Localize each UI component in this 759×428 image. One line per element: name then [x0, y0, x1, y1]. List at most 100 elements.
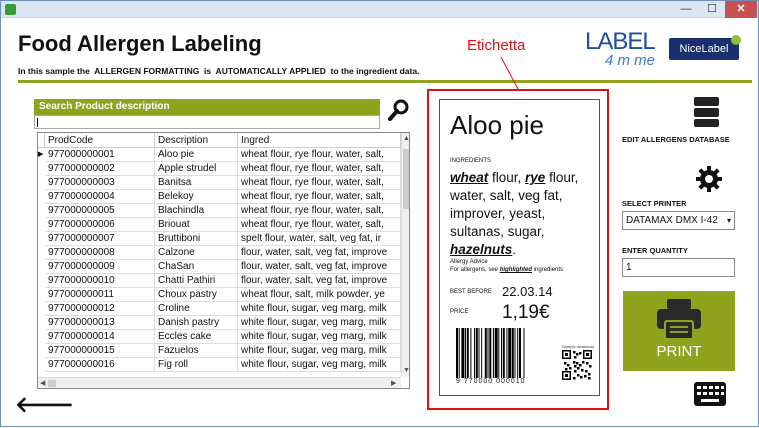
cell-prodcode[interactable]: 977000000005: [45, 204, 155, 218]
cell-description[interactable]: Banitsa: [155, 176, 238, 190]
nicelabel-dot: [731, 35, 741, 45]
cell-prodcode[interactable]: 977000000002: [45, 162, 155, 176]
cell-description[interactable]: Bruttiboni: [155, 232, 238, 246]
gear-icon[interactable]: [694, 164, 724, 194]
horizontal-scrollbar[interactable]: ◀ ▶: [38, 377, 401, 388]
print-button-label: PRINT: [656, 343, 702, 360]
cell-ingred[interactable]: wheat flour, salt, milk powder, ye: [238, 288, 401, 302]
allergy-advice-title: Allergy Advice: [450, 259, 488, 265]
cell-ingred[interactable]: wheat flour, rye flour, water, salt,: [238, 176, 401, 190]
cell-prodcode[interactable]: 977000000003: [45, 176, 155, 190]
back-arrow-icon[interactable]: 🡐: [15, 394, 74, 416]
cell-description[interactable]: ChaSan: [155, 260, 238, 274]
cell-description[interactable]: Calzone: [155, 246, 238, 260]
keyboard-icon[interactable]: [694, 382, 726, 408]
quantity-input[interactable]: 1: [622, 258, 735, 277]
label-ingredients: wheat flour, rye flour, water, salt, veg…: [450, 169, 598, 259]
cell-description[interactable]: Aloo pie: [155, 148, 238, 162]
cell-description[interactable]: Apple strudel: [155, 162, 238, 176]
text-caret: [37, 118, 38, 127]
label-price-value: 1,19€: [502, 302, 550, 323]
cell-ingred[interactable]: flour, water, salt, veg fat, improve: [238, 274, 401, 288]
cell-description[interactable]: Chatti Pathiri: [155, 274, 238, 288]
cell-prodcode[interactable]: 977000000010: [45, 274, 155, 288]
cell-ingred[interactable]: white flour, sugar, veg marg, milk: [238, 358, 401, 372]
nicelabel-logo: NiceLabel: [669, 38, 739, 60]
allergy-advice-text: For allergens, see highlighted ingredien…: [450, 266, 563, 274]
cell-ingred[interactable]: wheat flour, rye flour, water, salt,: [238, 148, 401, 162]
cell-description[interactable]: Fazuelos: [155, 344, 238, 358]
cell-ingred[interactable]: wheat flour, rye flour, water, salt,: [238, 218, 401, 232]
cell-description[interactable]: Fig roll: [155, 358, 238, 372]
cell-ingred[interactable]: flour, water, salt, veg fat, improve: [238, 246, 401, 260]
vertical-scroll-thumb[interactable]: [403, 149, 409, 209]
cell-ingred[interactable]: white flour, sugar, veg marg, milk: [238, 344, 401, 358]
column-header-description[interactable]: Description: [155, 133, 238, 148]
column-header-ingred[interactable]: Ingred: [238, 133, 401, 148]
row-selector[interactable]: ▶: [38, 148, 45, 162]
title-bar: — ☐ ✕: [1, 1, 758, 18]
column-header-prodcode[interactable]: ProdCode: [45, 133, 155, 148]
cell-prodcode[interactable]: 977000000007: [45, 232, 155, 246]
vertical-scrollbar[interactable]: ▲ ▼: [401, 133, 409, 377]
cell-description[interactable]: Choux pastry: [155, 288, 238, 302]
logo-forme-text: 4 m me: [605, 52, 656, 69]
allergen-ingredient: hazelnuts: [450, 242, 513, 257]
printer-icon: [657, 299, 701, 339]
cell-prodcode[interactable]: 977000000008: [45, 246, 155, 260]
search-input[interactable]: [34, 115, 380, 129]
cell-prodcode[interactable]: 977000000009: [45, 260, 155, 274]
close-button[interactable]: ✕: [725, 1, 757, 18]
printer-select[interactable]: DATAMAX DMX I-42 ▾: [622, 211, 735, 230]
scroll-right-icon[interactable]: ▶: [391, 379, 396, 387]
app-icon: [5, 4, 16, 15]
cell-prodcode[interactable]: 977000000013: [45, 316, 155, 330]
cell-ingred[interactable]: wheat flour, rye flour, water, salt,: [238, 162, 401, 176]
cell-description[interactable]: Blachindla: [155, 204, 238, 218]
page-title: Food Allergen Labeling: [18, 31, 262, 56]
edit-allergens-database-button[interactable]: EDIT ALLERGENS DATABASE: [622, 135, 730, 144]
cell-description[interactable]: Belekoy: [155, 190, 238, 204]
cell-description[interactable]: Croline: [155, 302, 238, 316]
label-product-name: Aloo pie: [450, 110, 544, 140]
search-icon[interactable]: [388, 99, 410, 121]
horizontal-scroll-thumb[interactable]: [48, 380, 56, 387]
minimize-button[interactable]: —: [673, 1, 699, 18]
cell-prodcode[interactable]: 977000000014: [45, 330, 155, 344]
scroll-down-icon[interactable]: ▼: [403, 367, 409, 374]
cell-prodcode[interactable]: 977000000006: [45, 218, 155, 232]
app-window: — ☐ ✕ Food Allergen Labeling In this sam…: [0, 0, 759, 427]
print-button[interactable]: PRINT: [623, 291, 735, 371]
cell-prodcode[interactable]: 977000000015: [45, 344, 155, 358]
cell-ingred[interactable]: spelt flour, water, salt, veg fat, ir: [238, 232, 401, 246]
chevron-down-icon: ▾: [726, 216, 731, 225]
cell-ingred[interactable]: flour, water, salt, veg fat, improve: [238, 260, 401, 274]
cell-prodcode[interactable]: 977000000001: [45, 148, 155, 162]
product-table[interactable]: ProdCode Description Ingred ▶ 97700000000…: [37, 132, 410, 389]
cell-ingred[interactable]: wheat flour, rye flour, water, salt,: [238, 204, 401, 218]
scroll-up-icon[interactable]: ▲: [403, 135, 409, 142]
label-best-before-heading: BEST BEFORE: [450, 289, 492, 295]
label-allergy-advice: Allergy Advice For allergens, see highli…: [450, 258, 563, 274]
cell-ingred[interactable]: white flour, sugar, veg marg, milk: [238, 302, 401, 316]
cell-description[interactable]: Briouat: [155, 218, 238, 232]
database-icon[interactable]: [693, 96, 720, 128]
header-divider: [18, 80, 752, 83]
cell-ingred[interactable]: white flour, sugar, veg marg, milk: [238, 316, 401, 330]
cell-prodcode[interactable]: 977000000016: [45, 358, 155, 372]
label-ingredients-heading: INGREDIENTS: [450, 158, 492, 164]
cell-ingred[interactable]: white flour, sugar, veg marg, milk: [238, 330, 401, 344]
annotation-label: Etichetta: [467, 37, 526, 54]
cell-ingred[interactable]: wheat flour, rye flour, water, salt,: [238, 190, 401, 204]
label-best-before-value: 22.03.14: [502, 284, 553, 299]
maximize-button[interactable]: ☐: [699, 1, 725, 18]
row-header-corner: [38, 133, 45, 148]
cell-prodcode[interactable]: 977000000004: [45, 190, 155, 204]
cell-prodcode[interactable]: 977000000012: [45, 302, 155, 316]
cell-description[interactable]: Eccles cake: [155, 330, 238, 344]
cell-prodcode[interactable]: 977000000011: [45, 288, 155, 302]
cell-description[interactable]: Danish pastry: [155, 316, 238, 330]
scroll-left-icon[interactable]: ◀: [40, 379, 45, 387]
allergen-ingredient: rye: [525, 170, 546, 185]
allergy-text-pre: For allergens, see: [450, 267, 500, 273]
